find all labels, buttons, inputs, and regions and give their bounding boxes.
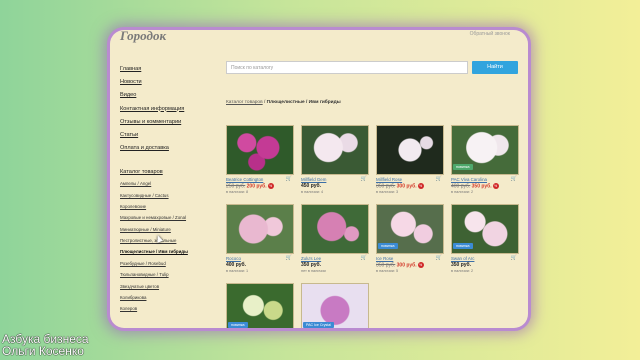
product-price: 250 руб. 200 руб.% [226,183,296,189]
catalog-item[interactable]: Колеров [120,306,218,311]
watermark-line-2: Ольги Косенко [2,344,84,358]
breadcrumb-current: Плющелистные / Ивм гибриды [266,100,341,105]
old-price: 350 руб. [376,262,396,269]
product-card[interactable]: Beatrice Cottington 250 руб. 200 руб.% в н… [226,125,296,194]
catalog-item[interactable]: Розебудные / Rosebud [120,261,218,266]
new-badge: PAC Ice Crystal [303,322,335,328]
product-price: 350 руб. 300 руб.% [376,262,446,268]
browser-viewport: Городок Обратный звонок Главная Новости … [110,30,528,328]
main-nav: Главная Новости Видео Контактная информа… [120,66,218,151]
product-card[interactable]: новинка Swan of Arc 350 руб. в наличии: 2 🛒 [451,204,521,273]
product-card[interactable]: Zulu's Lee 350 руб. нет в наличии 🛒 [301,204,371,273]
catalog-item-active[interactable]: Плющелистные / Ивм гибриды [120,249,218,254]
product-price: 400 руб. 350 руб.% [451,183,521,189]
product-card[interactable]: новинка PAC Viva Carolina 400 руб. 350 руб… [451,125,521,194]
stock-status: в наличии: 1 [226,269,249,273]
stock-status: в наличии: 3 [376,190,399,195]
product-card[interactable]: PAC Ice Crystal [301,283,371,328]
new-badge: новинка [378,243,398,249]
product-photo[interactable] [301,204,369,254]
product-photo[interactable]: новинка [376,204,444,254]
cart-icon[interactable]: 🛒 [511,176,517,182]
product-photo[interactable]: PAC Ice Crystal [301,283,369,328]
product-price: 400 руб. [226,262,296,268]
catalog-item[interactable]: Ампелы / Angel [120,181,218,186]
product-photo[interactable] [376,125,444,175]
catalog-item[interactable]: Кактусовидные / Cactus [120,193,218,198]
current-price: 200 руб. [246,183,267,190]
product-photo[interactable]: новинка [451,125,519,175]
current-price: 450 руб. [301,183,321,189]
cart-icon[interactable]: 🛒 [361,255,367,261]
nav-item-articles[interactable]: Статьи [120,132,218,138]
product-photo[interactable] [226,204,294,254]
new-badge: новинка [228,322,248,328]
product-price: 350 руб. [451,262,521,268]
nav-item-news[interactable]: Новости [120,79,218,85]
sale-icon: % [417,183,424,189]
product-card[interactable]: новинка [226,283,296,328]
site-logo[interactable]: Городок [120,30,166,44]
product-photo[interactable] [226,125,294,175]
search-button[interactable]: Найти [472,61,518,74]
breadcrumb-link[interactable]: Каталог товаров [226,100,263,105]
current-price: 400 руб. [226,262,246,268]
product-price: 350 руб. [301,262,371,268]
product-photo[interactable] [301,125,369,175]
search-input[interactable]: Поиск по каталогу [226,61,468,74]
new-badge: новинка [453,164,473,170]
cart-icon[interactable]: 🛒 [361,176,367,182]
catalog-title[interactable]: Каталог товаров [120,169,218,175]
product-card[interactable]: Millfield Gem 450 руб. в наличии: 4 🛒 [301,125,371,194]
sidebar: Главная Новости Видео Контактная информа… [120,66,218,318]
nav-item-contacts[interactable]: Контактная информация [120,106,218,112]
product-card[interactable]: Millfield Rose 350 руб. 300 руб.% в наличи… [376,125,446,194]
catalog-item[interactable]: Колибрикова [120,295,218,300]
stock-status: в наличии: 4 [301,190,324,194]
watermark: Азбука бизнеса Ольги Косенко [2,333,89,357]
product-card[interactable]: Rococo 400 руб. в наличии: 1 🛒 [226,204,296,273]
stock-status: в наличии: 8 [226,190,249,195]
cart-icon[interactable]: 🛒 [286,176,292,182]
product-card[interactable]: новинка Ice Rose 350 руб. 300 руб.% в налич… [376,204,446,273]
product-photo[interactable]: новинка [451,204,519,254]
catalog-item[interactable]: Пестролистные, зональные [120,238,218,243]
current-price: 350 руб. [301,262,321,268]
cart-icon[interactable]: 🛒 [511,255,517,261]
sale-icon: % [492,183,499,189]
stock-status: в наличии: 2 [451,269,474,273]
old-price: 400 руб. [451,183,471,190]
current-price: 350 руб. [471,183,492,190]
callback-link[interactable]: Обратный звонок [470,31,510,37]
current-price: 350 руб. [451,262,471,268]
current-price: 300 руб. [396,183,417,190]
current-price: 300 руб. [396,262,417,269]
nav-item-video[interactable]: Видео [120,92,218,98]
stock-status: в наличии: 2 [451,190,474,195]
sale-icon: % [267,183,274,189]
sale-icon: % [417,262,424,268]
new-badge: новинка [453,243,473,249]
product-price: 450 руб. [301,183,371,189]
nav-item-payment[interactable]: Оплата и доставка [120,145,218,151]
stock-status: нет в наличии [301,269,326,273]
cart-icon[interactable]: 🛒 [436,176,442,182]
breadcrumb: Каталог товаров / Плющелистные / Ивм гиб… [226,100,341,105]
catalog-item[interactable]: Миниатюрные / Miniature [120,227,218,232]
old-price: 250 руб. [226,183,246,190]
catalog-item[interactable]: Махровые и немахровые / Zonal [120,215,218,220]
cart-icon[interactable]: 🛒 [436,255,442,261]
nav-item-reviews[interactable]: Отзывы и комментарии [120,119,218,125]
catalog-item[interactable]: Тюльпановидные / Tulip [120,272,218,277]
nav-item-home[interactable]: Главная [120,66,218,72]
catalog-list: Ампелы / Angel Кактусовидные / Cactus Ко… [120,181,218,311]
stock-status: в наличии: 5 [376,269,399,274]
product-photo[interactable]: новинка [226,283,294,328]
cart-icon[interactable]: 🛒 [286,255,292,261]
catalog-item[interactable]: Королевские [120,204,218,209]
product-price: 350 руб. 300 руб.% [376,183,446,189]
old-price: 350 руб. [376,183,396,190]
catalog-item[interactable]: Звездчатые цветов [120,284,218,289]
